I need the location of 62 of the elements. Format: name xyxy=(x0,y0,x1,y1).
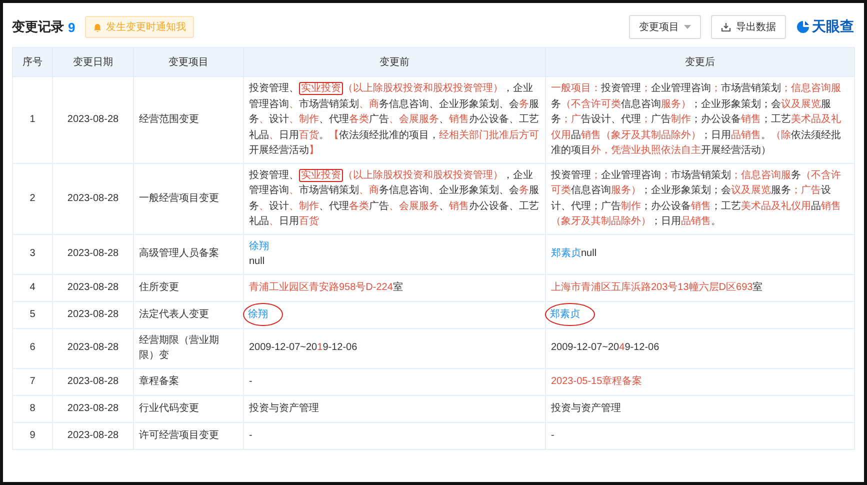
table-cell: 行业代码变更 xyxy=(134,395,244,422)
column-header: 变更项目 xyxy=(134,48,244,76)
table-cell: 7 xyxy=(12,368,52,395)
cell-text: 郑素贞null xyxy=(551,246,598,262)
table-cell: 住所变更 xyxy=(134,274,244,301)
column-header: 变更日期 xyxy=(52,48,134,76)
table-cell: 经营范围变更 xyxy=(134,76,244,163)
table-cell: 4 xyxy=(12,274,52,301)
column-header: 变更前 xyxy=(244,48,546,76)
table-cell: 2 xyxy=(12,163,52,234)
bell-icon xyxy=(93,22,102,32)
caret-icon xyxy=(684,25,691,29)
cell-text: 投资管理、 实业投资 （以上除股权投资和股权投资管理），企业管理咨询、市场营销策划、商务信息咨询、企业形象策划、会务服务、设计、制作、代理各类广告、会展服务、销售办公设备、工艺礼品、日用百货。【依法须经批准的项目，经相关部门批准后方可 开展经营活动】 xyxy=(249,81,540,158)
table-cell: 5 xyxy=(12,301,52,328)
filter-dropdown[interactable]: 变更项目 xyxy=(629,15,701,39)
cell-text: 一般项目：投资管理；企业管理咨询；市场营销策划；信息咨询服 务（不含许可类信息咨询服务）；企业形象策划；会议及展览服务；广告设计、代理；广告制作；办公设备销售；工艺美术品及礼仪用品销售（象牙及其制品除外）；日用品销售。（除依法须经批准的项目外，凭营业执照依法自主开展经营活动） xyxy=(551,82,842,158)
table-cell: 高级管理人员备案 xyxy=(134,234,244,274)
cell-text: 青浦工业园区青安路958号D-224室 xyxy=(249,280,404,295)
table-cell: 法定代表人变更 xyxy=(134,301,244,328)
column-header: 变更后 xyxy=(546,48,854,76)
table-cell: 3 xyxy=(12,234,52,274)
notify-button[interactable]: 发生变更时通知我 xyxy=(85,16,194,38)
person-link[interactable]: 郑素贞 xyxy=(545,302,595,326)
cell-text: - xyxy=(551,428,556,443)
cell-text: 投资管理；企业管理咨询；市场营销策划；信息咨询服务（不含许可类信息咨询服务）；企业形象策划；会议及展览服务；广告设计、代理；广告制作；办公设备销售；工艺美术品及礼仪用品销售（象牙及其制品除外）；日用品销售。 xyxy=(551,168,842,229)
cell-text: 上海市青浦区五库浜路203号13幢六层D区693室 xyxy=(551,280,764,295)
section-title: 变更记录 xyxy=(12,18,64,36)
cell-text: 投资与资产管理 xyxy=(551,402,622,416)
person-link[interactable]: 郑素贞 xyxy=(551,248,581,260)
person-link[interactable]: 徐翔 xyxy=(243,302,283,326)
cell-text: 2009-12-07~2019-12-06 xyxy=(249,341,358,356)
table-cell: 2023-08-28 xyxy=(52,234,134,274)
logo-text: 天眼查 xyxy=(812,18,854,36)
table-cell: 2023-08-28 xyxy=(52,422,134,449)
table-cell: 9 xyxy=(12,422,52,449)
table-cell: 一般经营项目变更 xyxy=(134,163,244,234)
table-cell: 8 xyxy=(12,395,52,422)
table-cell: 章程备案 xyxy=(134,368,244,395)
table-cell: 2023-08-28 xyxy=(52,368,134,395)
download-icon xyxy=(721,22,731,32)
person-link[interactable]: 徐翔 xyxy=(249,240,269,252)
cell-text: 2009-12-07~2049-12-06 xyxy=(551,341,660,356)
table-cell: 2023-08-28 xyxy=(52,395,134,422)
table-cell: 许可经营项目变更 xyxy=(134,422,244,449)
cell-text: 投资与资产管理 xyxy=(249,402,320,416)
table-cell: 经营期限（营业期限）变 xyxy=(134,328,244,368)
table-cell: 2023-08-28 xyxy=(52,163,134,234)
column-header: 序号 xyxy=(12,48,52,76)
table-cell: 2023-08-28 xyxy=(52,328,134,368)
cell-text: - xyxy=(249,428,254,443)
cell-text: 2023-05-15章程备案 xyxy=(551,374,644,389)
table-cell: 2023-08-28 xyxy=(52,301,134,328)
table-cell: 2023-08-28 xyxy=(52,76,134,163)
table-cell: 1 xyxy=(12,76,52,163)
table-cell: 2023-08-28 xyxy=(52,274,134,301)
export-button[interactable]: 导出数据 xyxy=(711,15,786,39)
table-cell: 6 xyxy=(12,328,52,368)
cell-text: - xyxy=(249,374,254,389)
record-count: 9 xyxy=(68,20,76,34)
cell-text: null xyxy=(249,255,266,269)
cell-text: 投资管理、 实业投资 （以上除股权投资和股权投资管理），企业管理咨询、市场营销策划、商务信息咨询、企业形象策划、会务服务、设计、制作、代理各类广告、会展服务、销售办公设备、工艺礼品、日用百货 xyxy=(249,168,540,229)
logo-icon xyxy=(796,20,810,34)
